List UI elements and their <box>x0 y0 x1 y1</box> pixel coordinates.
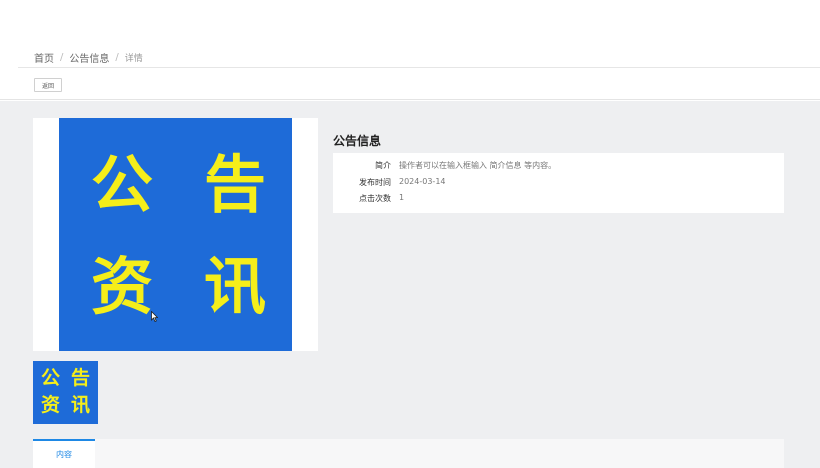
info-card: 简介 操作者可以在输入框输入 简介信息 等内容。 发布时间 2024-03-14… <box>333 153 784 213</box>
info-row: 发布时间 2024-03-14 <box>333 177 784 188</box>
breadcrumb: 首页 / 公告信息 / 详情 <box>34 50 143 65</box>
info-value: 2024-03-14 <box>399 177 446 186</box>
breadcrumb-separator: / <box>115 52 119 63</box>
breadcrumb-section[interactable]: 公告信息 <box>69 50 109 65</box>
thumb-char: 公 <box>41 367 61 389</box>
breadcrumb-separator: / <box>60 52 64 63</box>
info-value: 1 <box>399 193 405 202</box>
thumb-char: 讯 <box>71 394 91 416</box>
thumb-char: 告 <box>71 367 91 389</box>
info-label: 发布时间 <box>359 178 391 187</box>
announcement-image: 公 告 资 讯 <box>59 118 292 351</box>
info-title: 公告信息 <box>333 134 382 148</box>
top-bar: 首页 / 公告信息 / 详情 返回 <box>0 0 820 100</box>
tab-bar: 内容 <box>33 439 784 468</box>
image-char: 讯 <box>204 250 267 323</box>
breadcrumb-current: 详情 <box>124 54 143 64</box>
info-label: 点击次数 <box>359 194 391 203</box>
info-label: 简介 <box>375 161 391 170</box>
image-char: 告 <box>204 148 267 221</box>
image-char: 公 <box>91 148 154 221</box>
mouse-cursor-icon <box>151 311 158 322</box>
image-char: 资 <box>91 250 154 323</box>
back-button[interactable]: 返回 <box>34 78 62 92</box>
tab-content[interactable]: 内容 <box>33 439 95 468</box>
info-row: 简介 操作者可以在输入框输入 简介信息 等内容。 <box>333 160 784 171</box>
thumbnail-image[interactable]: 公 告 资 讯 <box>33 361 98 424</box>
breadcrumb-home[interactable]: 首页 <box>34 50 54 65</box>
thumb-char: 资 <box>41 394 61 416</box>
info-value: 操作者可以在输入框输入 简介信息 等内容。 <box>399 161 557 170</box>
info-row: 点击次数 1 <box>333 193 784 204</box>
header-divider <box>18 67 820 68</box>
